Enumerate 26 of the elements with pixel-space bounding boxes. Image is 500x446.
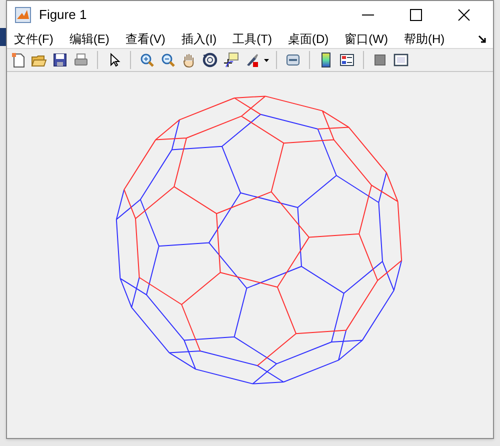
data-cursor-icon[interactable] (223, 52, 239, 68)
legend-icon[interactable] (339, 52, 355, 68)
printer-icon[interactable] (73, 52, 89, 68)
app-logo-icon (15, 7, 31, 23)
close-icon[interactable] (457, 8, 471, 22)
show-plot-tools-icon[interactable] (393, 52, 409, 68)
rotate-icon[interactable] (202, 52, 218, 68)
menu-item[interactable]: 窗口(W) (344, 30, 389, 48)
zoom-in-icon[interactable] (139, 52, 155, 68)
new-file-icon[interactable] (10, 52, 26, 68)
linked-plot-icon[interactable] (285, 52, 301, 68)
zoom-out-icon[interactable] (160, 52, 176, 68)
menu-item[interactable]: 工具(T) (232, 30, 273, 48)
maximize-icon[interactable] (409, 8, 423, 22)
brush-icon[interactable] (244, 52, 260, 68)
hide-plot-tools-icon[interactable] (372, 52, 388, 68)
menu-item[interactable]: 查看(V) (124, 30, 166, 48)
menu-item[interactable]: 插入(I) (180, 30, 218, 48)
save-icon[interactable] (52, 52, 68, 68)
menu-item[interactable]: 桌面(D) (286, 30, 330, 48)
window-title: Figure 1 (39, 6, 87, 24)
menu-item[interactable]: 帮助(H) (402, 30, 446, 48)
dock-arrow-icon[interactable] (478, 35, 487, 44)
menu-item[interactable]: 文件(F) (13, 30, 54, 48)
menu-item[interactable]: 编辑(E) (68, 30, 110, 48)
caret-icon[interactable] (264, 58, 269, 62)
